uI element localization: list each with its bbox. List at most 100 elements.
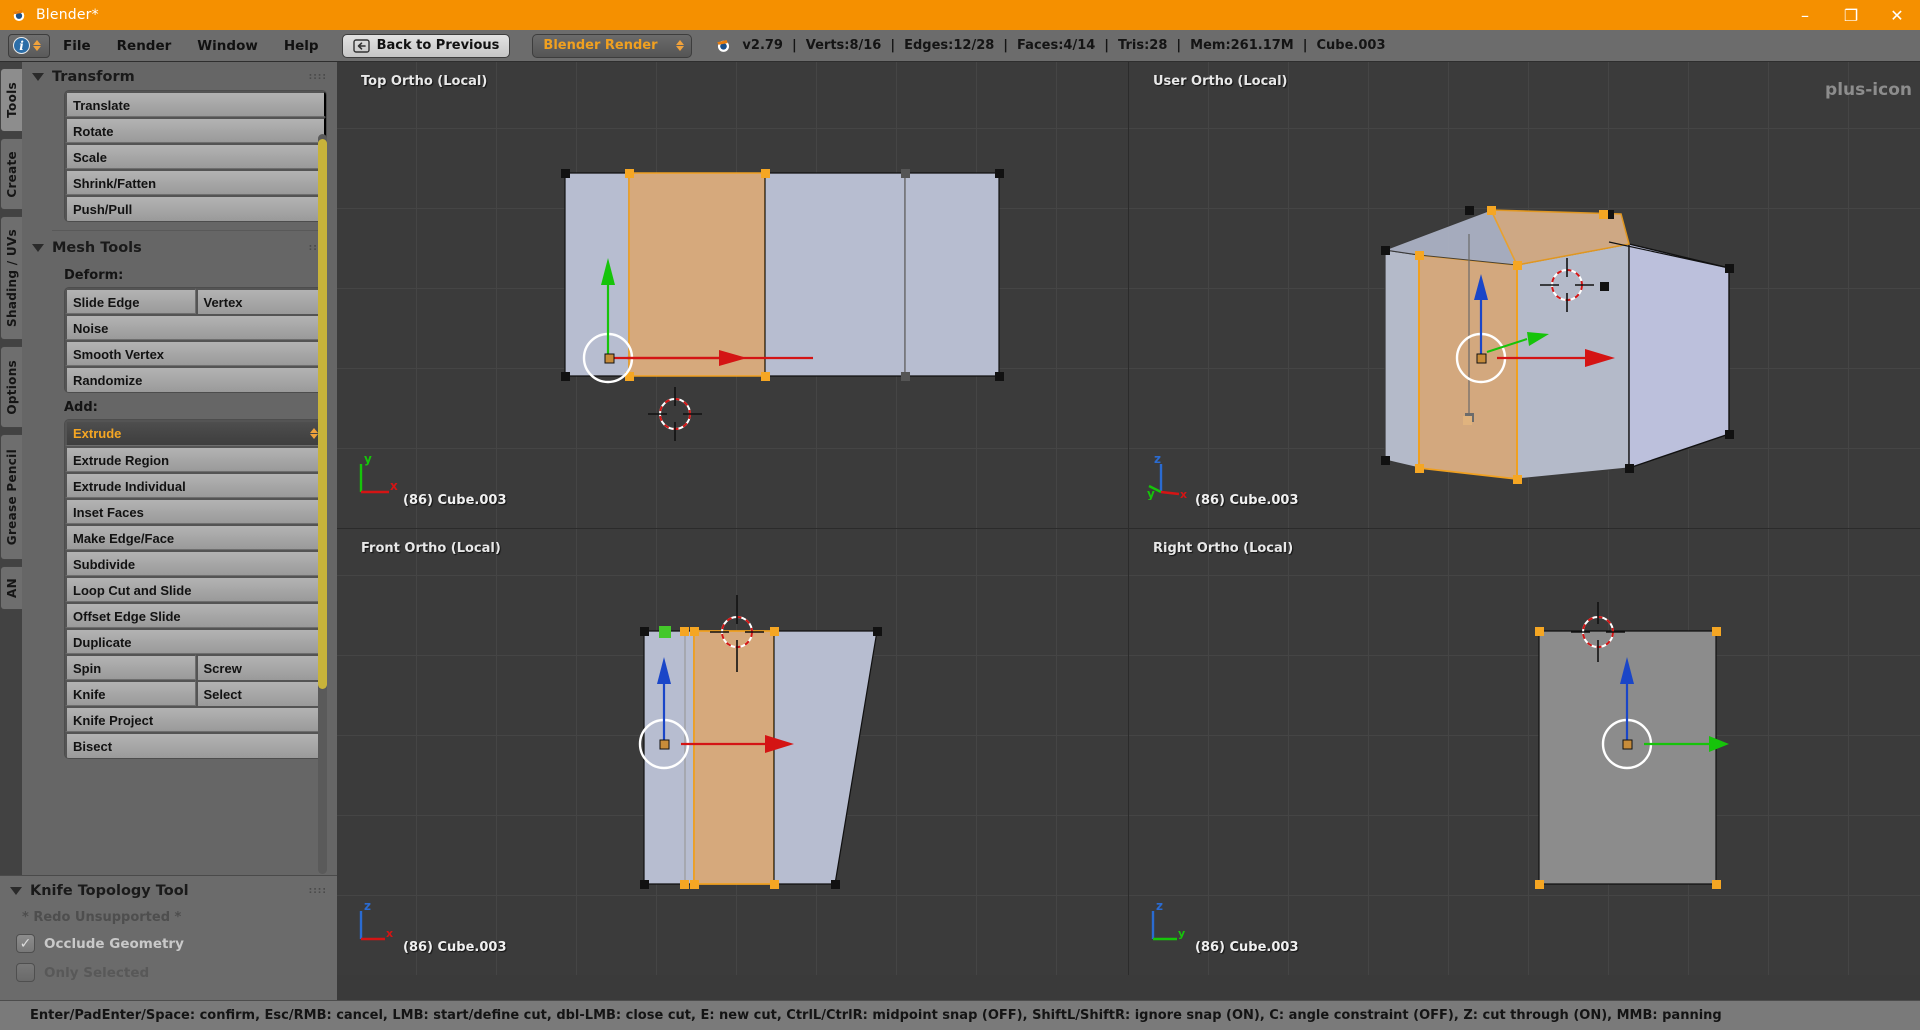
back-to-previous-button[interactable]: Back to Previous <box>341 33 511 58</box>
checkbox-unchecked-icon[interactable]: ✓ <box>16 963 35 982</box>
viewport-top-ortho[interactable]: Top Ortho (Local) y x (86) Cube.003 <box>337 62 1129 529</box>
main-menu-bar: i File Render Window Help Back to Previo… <box>0 30 1920 62</box>
svg-text:y: y <box>364 452 372 466</box>
svg-text:x: x <box>390 479 398 493</box>
checkbox-label-only-selected: Only Selected <box>44 964 150 981</box>
menu-file[interactable]: File <box>50 30 104 62</box>
triangle-down-icon <box>32 73 44 81</box>
viewport-object-name: (86) Cube.003 <box>403 940 507 955</box>
viewport-front-ortho[interactable]: Front Ortho (Local) z x (86) Cube.003 <box>337 529 1129 975</box>
button-select[interactable]: Select <box>195 680 326 706</box>
mini-axis-widget: y x <box>359 452 398 494</box>
button-translate[interactable]: Translate <box>65 91 326 117</box>
transform-button-group: Translate Rotate Scale Shrink/Fatten Pus… <box>64 90 327 222</box>
window-title: Blender* <box>36 7 99 23</box>
maximize-button[interactable]: ❐ <box>1828 0 1874 30</box>
viewport-object-name: (86) Cube.003 <box>1195 940 1299 955</box>
button-noise[interactable]: Noise <box>65 314 326 340</box>
sidebar-tab-shading-uvs[interactable]: Shading / UVs <box>0 216 22 340</box>
redo-unsupported-note: * Redo Unsupported * <box>22 910 182 925</box>
button-extrude-individual[interactable]: Extrude Individual <box>65 472 326 498</box>
sidebar-tab-label: Create <box>4 150 19 198</box>
close-button[interactable]: ✕ <box>1874 0 1920 30</box>
tool-shelf-panel: Transform :::: Translate Rotate Scale Sh… <box>22 62 337 975</box>
back-to-previous-label: Back to Previous <box>376 38 500 53</box>
sidebar-tab-label: Options <box>4 359 19 415</box>
section-label-add: Add: <box>64 400 98 415</box>
button-row: Knife Select <box>65 680 326 706</box>
editor-type-selector[interactable]: i <box>8 33 50 58</box>
sidebar-tab-tools[interactable]: Tools <box>0 68 22 132</box>
viewport-3d-content <box>638 595 882 889</box>
panel-title: Transform <box>52 69 135 85</box>
sidebar-tab-options[interactable]: Options <box>0 346 22 428</box>
svg-text:y: y <box>1178 927 1185 940</box>
button-shrink-fatten[interactable]: Shrink/Fatten <box>65 169 326 195</box>
button-knife-project[interactable]: Knife Project <box>65 706 326 732</box>
viewport-user-ortho[interactable]: User Ortho (Local) plus-icon z y x (86) … <box>1129 62 1920 529</box>
button-rotate[interactable]: Rotate <box>65 117 326 143</box>
minimize-button[interactable]: – <box>1782 0 1828 30</box>
button-duplicate[interactable]: Duplicate <box>65 628 326 654</box>
sidebar-tab-an[interactable]: AN <box>0 566 22 610</box>
button-make-edge-face[interactable]: Make Edge/Face <box>65 524 326 550</box>
stats-sep: | <box>890 38 896 53</box>
panel-header-mesh-tools[interactable]: Mesh Tools :::: <box>22 233 337 261</box>
button-subdivide[interactable]: Subdivide <box>65 550 326 576</box>
back-arrow-icon <box>352 38 370 53</box>
button-knife[interactable]: Knife <box>65 680 196 706</box>
button-offset-edge-slide[interactable]: Offset Edge Slide <box>65 602 326 628</box>
button-extrude-label: Extrude <box>73 425 122 441</box>
chevron-updown-icon <box>310 428 318 439</box>
button-extrude-region[interactable]: Extrude Region <box>65 446 326 472</box>
blender-logo-icon <box>13 9 25 21</box>
mini-axis-widget: z y <box>1151 899 1185 941</box>
button-loop-cut-and-slide[interactable]: Loop Cut and Slide <box>65 576 326 602</box>
viewport-right-ortho[interactable]: Right Ortho (Local) z y (86) Cube.003 <box>1129 529 1920 975</box>
window-title-bar: Blender* – ❐ ✕ <box>0 0 1920 30</box>
stats-sep: | <box>791 38 797 53</box>
stat-memory: Mem:261.17M <box>1190 38 1294 53</box>
menu-render[interactable]: Render <box>104 30 185 62</box>
sidebar-tab-label: Grease Pencil <box>4 448 19 546</box>
button-scale[interactable]: Scale <box>65 143 326 169</box>
button-push-pull[interactable]: Push/Pull <box>65 195 326 221</box>
panel-header-knife-topology-tool[interactable]: Knife Topology Tool :::: <box>0 876 337 904</box>
sidebar-tab-create[interactable]: Create <box>0 138 22 210</box>
button-row: Slide Edge Vertex <box>65 288 326 314</box>
menu-window[interactable]: Window <box>184 30 271 62</box>
panel-title: Knife Topology Tool <box>30 883 189 899</box>
status-bar-text: Enter/PadEnter/Space: confirm, Esc/RMB: … <box>30 1008 1722 1023</box>
button-screw[interactable]: Screw <box>195 654 326 680</box>
scrollbar-thumb[interactable] <box>318 139 327 689</box>
stats-sep: | <box>1176 38 1182 53</box>
deform-button-group: Slide Edge Vertex Noise Smooth Vertex Ra… <box>64 287 327 393</box>
render-engine-selector[interactable]: Blender Render <box>532 33 693 58</box>
panel-header-transform[interactable]: Transform :::: <box>22 62 337 90</box>
stat-object: Cube.003 <box>1316 38 1386 53</box>
button-row: Spin Screw <box>65 654 326 680</box>
chevron-updown-icon <box>33 40 41 51</box>
button-bisect[interactable]: Bisect <box>65 732 326 758</box>
grip-dots-icon: :::: <box>308 72 327 82</box>
checkbox-checked-icon[interactable]: ✓ <box>16 934 35 953</box>
button-extrude-dropdown[interactable]: Extrude <box>65 420 326 446</box>
stat-tris: Tris:28 <box>1118 38 1168 53</box>
button-spin[interactable]: Spin <box>65 654 196 680</box>
sidebar-tab-grease-pencil[interactable]: Grease Pencil <box>0 434 22 560</box>
svg-text:y: y <box>1147 487 1155 500</box>
triangle-down-icon <box>10 887 22 895</box>
button-randomize[interactable]: Randomize <box>65 366 326 392</box>
checkbox-row-occlude-geometry[interactable]: ✓ Occlude Geometry <box>0 929 337 958</box>
button-slide-edge[interactable]: Slide Edge <box>65 288 196 314</box>
sidebar-tab-label: Tools <box>4 82 19 118</box>
button-vertex[interactable]: Vertex <box>195 288 326 314</box>
grip-dots-icon: :::: <box>308 886 327 896</box>
toolshelf-scrollbar[interactable] <box>318 134 327 874</box>
checkbox-row-only-selected[interactable]: ✓ Only Selected <box>0 958 337 987</box>
viewport-3d-content <box>1535 602 1729 889</box>
stat-edges: Edges:12/28 <box>904 38 995 53</box>
button-inset-faces[interactable]: Inset Faces <box>65 498 326 524</box>
button-smooth-vertex[interactable]: Smooth Vertex <box>65 340 326 366</box>
menu-help[interactable]: Help <box>271 30 332 62</box>
